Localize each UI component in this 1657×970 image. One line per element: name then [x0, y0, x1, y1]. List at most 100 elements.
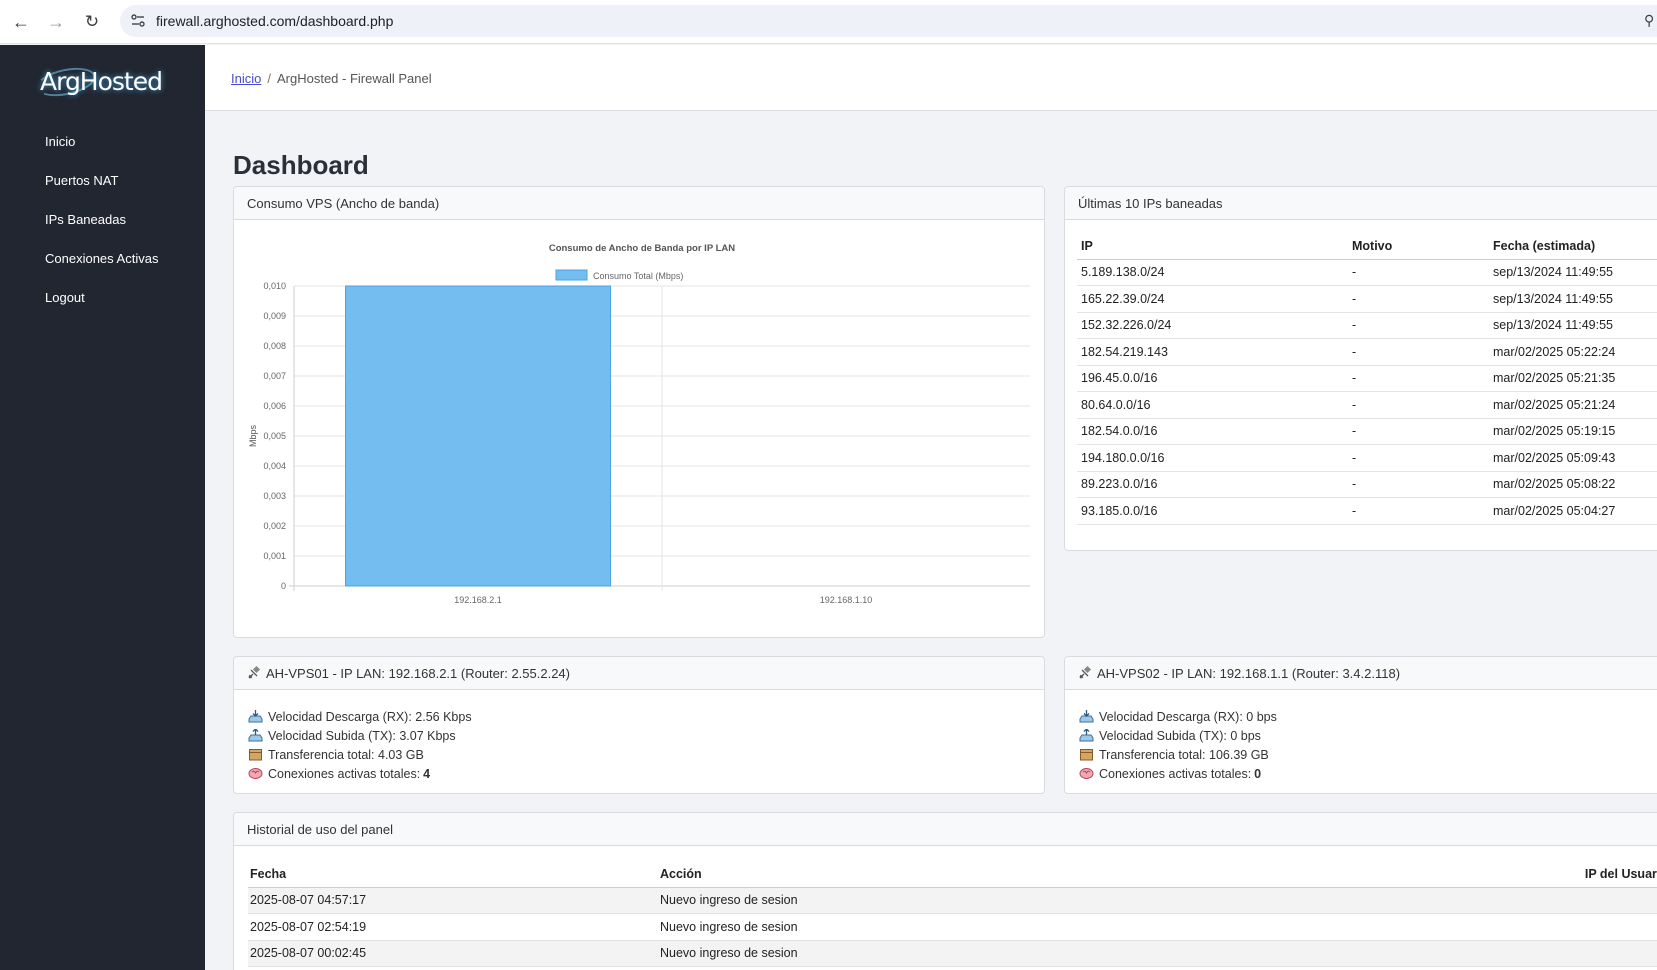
- ip-usuario-cell: [1285, 940, 1657, 967]
- ip-cell: 89.223.0.0/16: [1077, 471, 1348, 498]
- header-bar: Inicio / ArgHosted - Firewall Panel: [205, 45, 1657, 111]
- accion-cell: Nuevo ingreso de sesion: [658, 887, 1286, 914]
- sidebar-item-logout[interactable]: Logout: [0, 278, 205, 317]
- site-settings-icon[interactable]: [130, 12, 146, 30]
- vps01-connections-line: Conexiones activas totales: 4: [248, 764, 472, 783]
- table-row: 196.45.0.0/16- mar/02/2025 05:21:35: [1077, 365, 1657, 392]
- banned-ips-card: Últimas 10 IPs baneadas IP Motivo Fecha …: [1064, 186, 1657, 551]
- satellite-icon: [1079, 666, 1092, 679]
- vps02-tx: Velocidad Subida (TX): 0 bps: [1099, 728, 1261, 743]
- ip-cell: 182.54.0.0/16: [1077, 418, 1348, 445]
- table-row: 182.54.219.143- mar/02/2025 05:22:24: [1077, 338, 1657, 366]
- download-tray-icon: [248, 710, 263, 723]
- breadcrumb-home-link[interactable]: Inicio: [231, 71, 261, 86]
- y-tick-label: 0,003: [263, 491, 286, 501]
- table-row: 165.22.39.0/24- sep/13/2024 11:49:55: [1077, 285, 1657, 313]
- y-tick-label: 0,007: [263, 371, 286, 381]
- fecha-cell: 2025-08-07 00:02:45: [248, 940, 658, 967]
- motivo-cell: -: [1348, 338, 1489, 366]
- url-text[interactable]: firewall.arghosted.com/dashboard.php: [156, 13, 393, 29]
- upload-tray-icon: [248, 729, 263, 742]
- sidebar-item-ips-baneadas[interactable]: IPs Baneadas: [0, 200, 205, 239]
- fecha-cell: mar/02/2025 05:08:22: [1489, 471, 1657, 498]
- x-tick-label: 192.168.2.1: [454, 595, 502, 605]
- motivo-cell: -: [1348, 444, 1489, 472]
- y-axis-label: Mbps: [248, 425, 258, 448]
- table-header-row: IP Motivo Fecha (estimada): [1077, 233, 1657, 260]
- vps02-connections-value: 0: [1254, 766, 1262, 781]
- vps02-rx: Velocidad Descarga (RX): 0 bps: [1099, 709, 1277, 724]
- column-header-fecha: Fecha: [248, 861, 658, 888]
- bandwidth-card-header: Consumo VPS (Ancho de banda): [234, 187, 1044, 220]
- table-row: 152.32.226.0/24- sep/13/2024 11:49:55: [1077, 312, 1657, 339]
- table-row: 2025-08-07 00:02:45 Nuevo ingreso de sesi…: [248, 940, 1657, 967]
- motivo-cell: -: [1348, 471, 1489, 498]
- back-icon[interactable]: ←: [9, 10, 33, 34]
- forward-icon[interactable]: →: [44, 10, 68, 34]
- vps01-tx: Velocidad Subida (TX): 3.07 Kbps: [268, 728, 456, 743]
- table-row: 93.185.0.0/16- mar/02/2025 05:04:27: [1077, 497, 1657, 525]
- history-table: Fecha Acción IP del Usuario 2025-08-07 0…: [248, 861, 1657, 967]
- page-title: Dashboard: [233, 150, 369, 180]
- zoom-icon[interactable]: ⚲: [1644, 12, 1654, 29]
- vps01-connections-label: Conexiones activas totales:: [268, 766, 421, 781]
- ip-cell: 182.54.219.143: [1077, 338, 1348, 366]
- sidebar-item-puertos-nat[interactable]: Puertos NAT: [0, 161, 205, 200]
- vps02-connections-line: Conexiones activas totales: 0: [1079, 764, 1277, 783]
- sidebar-item-inicio[interactable]: Inicio: [0, 122, 205, 161]
- sidebar-item-conexiones-activas[interactable]: Conexiones Activas: [0, 239, 205, 278]
- x-tick-label: 192.168.1.10: [820, 595, 873, 605]
- vps02-connections-label: Conexiones activas totales:: [1099, 766, 1252, 781]
- download-tray-icon: [1079, 710, 1094, 723]
- package-icon: [249, 749, 262, 761]
- satellite-icon: [248, 666, 261, 679]
- motivo-cell: -: [1348, 418, 1489, 445]
- fecha-cell: 2025-08-07 02:54:19: [248, 913, 658, 941]
- y-tick-label: 0,009: [263, 311, 286, 321]
- accion-cell: Nuevo ingreso de sesion: [658, 913, 1286, 941]
- fecha-cell: mar/02/2025 05:09:43: [1489, 444, 1657, 472]
- motivo-cell: -: [1348, 497, 1489, 525]
- upload-tray-icon: [1079, 729, 1094, 742]
- motivo-cell: -: [1348, 285, 1489, 313]
- ip-cell: 194.180.0.0/16: [1077, 444, 1348, 472]
- y-tick-label: 0,001: [263, 551, 286, 561]
- arghosted-logo[interactable]: ArgHosted: [33, 63, 186, 101]
- ip-cell: 80.64.0.0/16: [1077, 391, 1348, 419]
- motivo-cell: -: [1348, 259, 1489, 286]
- y-tick-label: 0,006: [263, 401, 286, 411]
- column-header-motivo: Motivo: [1348, 233, 1489, 260]
- fecha-cell: sep/13/2024 11:49:55: [1489, 285, 1657, 313]
- chart-title: Consumo de Ancho de Banda por IP LAN: [549, 243, 735, 254]
- vps02-tx-line: Velocidad Subida (TX): 0 bps: [1079, 726, 1277, 745]
- y-tick-label: 0,008: [263, 341, 286, 351]
- fecha-cell: sep/13/2024 11:49:55: [1489, 312, 1657, 339]
- vps01-transfer: Transferencia total: 4.03 GB: [268, 747, 424, 762]
- history-card: Historial de uso del panel Fecha Acción …: [233, 812, 1657, 970]
- y-tick-label: 0,005: [263, 431, 286, 441]
- breadcrumb-separator: /: [267, 71, 271, 86]
- vps01-connections-value: 4: [423, 766, 431, 781]
- brain-icon: [1079, 768, 1094, 779]
- table-row: 182.54.0.0/16- mar/02/2025 05:19:15: [1077, 418, 1657, 445]
- vps01-rx-line: Velocidad Descarga (RX): 2.56 Kbps: [248, 707, 472, 726]
- column-header-fecha: Fecha (estimada): [1489, 233, 1657, 260]
- browser-toolbar: ← → ↻ firewall.arghosted.com/dashboard.p…: [0, 0, 1657, 44]
- vps02-stats: Velocidad Descarga (RX): 0 bps Velocidad…: [1079, 707, 1277, 783]
- banned-ips-header: Últimas 10 IPs baneadas: [1065, 187, 1657, 220]
- table-row: 2025-08-07 02:54:19 Nuevo ingreso de sesi…: [248, 913, 1657, 941]
- bandwidth-card: Consumo VPS (Ancho de banda) Consumo de …: [233, 186, 1045, 638]
- column-header-ip-usuario: IP del Usuario: [1285, 861, 1657, 888]
- column-header-accion: Acción: [658, 861, 1286, 888]
- vps01-title: AH-VPS01 - IP LAN: 192.168.2.1 (Router: …: [266, 665, 570, 681]
- ip-cell: 93.185.0.0/16: [1077, 497, 1348, 525]
- column-header-ip: IP: [1077, 233, 1348, 260]
- vps02-transfer-line: Transferencia total: 106.39 GB: [1079, 745, 1277, 764]
- vps01-rx: Velocidad Descarga (RX): 2.56 Kbps: [268, 709, 472, 724]
- sidebar-menu: Inicio Puertos NAT IPs Baneadas Conexion…: [0, 122, 205, 317]
- sidebar: ArgHosted Inicio Puertos NAT IPs Baneada…: [0, 45, 205, 970]
- breadcrumb: Inicio / ArgHosted - Firewall Panel: [231, 71, 432, 86]
- y-tick-label: 0: [281, 581, 286, 591]
- table-row: 2025-08-07 04:57:17 Nuevo ingreso de sesi…: [248, 887, 1657, 914]
- reload-icon[interactable]: ↻: [80, 10, 104, 34]
